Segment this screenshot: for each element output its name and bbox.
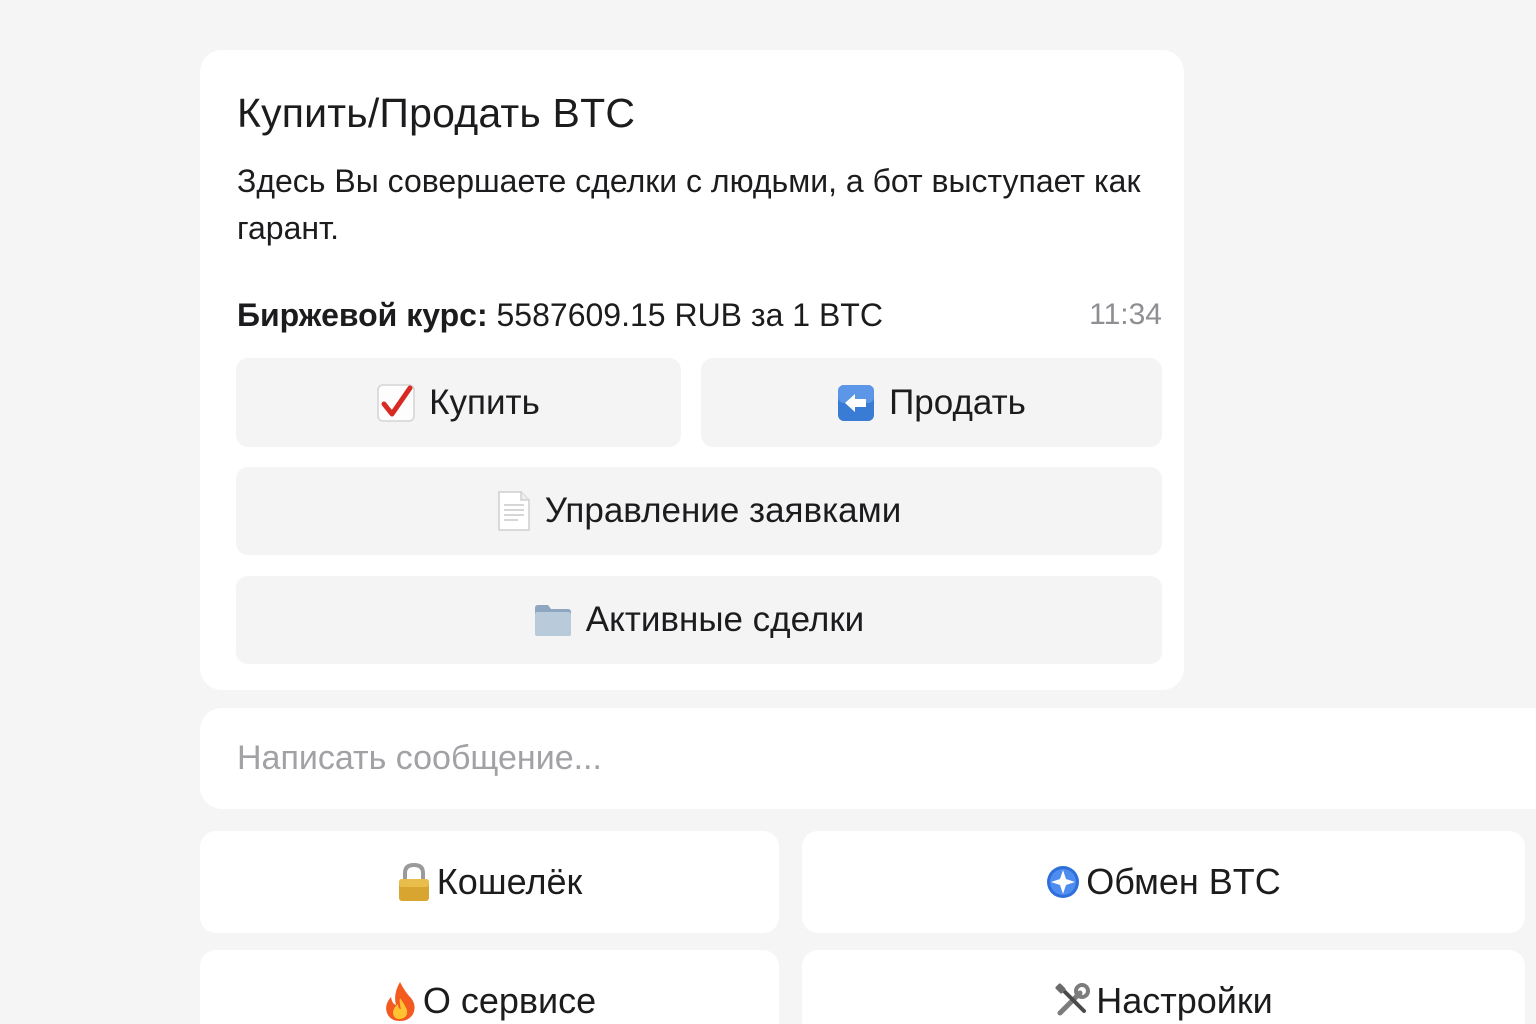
- fire-icon: [383, 980, 417, 1022]
- message-input[interactable]: [237, 739, 1137, 778]
- message-title: Купить/Продать BTC: [237, 90, 636, 136]
- exchange-btc-button[interactable]: Обмен BTC: [802, 831, 1525, 933]
- manage-orders-button[interactable]: Управление заявками: [236, 467, 1162, 555]
- bot-message: Купить/Продать BTC Здесь Вы совершаете с…: [200, 50, 1184, 690]
- tools-icon: [1054, 983, 1091, 1019]
- message-composer: [200, 708, 1536, 809]
- buy-button[interactable]: Купить: [236, 358, 681, 447]
- settings-button[interactable]: Настройки: [802, 950, 1525, 1024]
- sell-button[interactable]: Продать: [701, 358, 1162, 447]
- compass-icon: [1046, 865, 1080, 899]
- sell-label: Продать: [889, 382, 1026, 422]
- message-time: 11:34: [1089, 298, 1162, 331]
- about-service-label: О сервисе: [422, 980, 597, 1021]
- document-icon: [497, 490, 531, 532]
- active-deals-button[interactable]: Активные сделки: [236, 576, 1162, 664]
- lock-icon: [397, 862, 431, 902]
- wallet-button[interactable]: Кошелёк: [200, 831, 779, 933]
- chat-screen: Купить/Продать BTC Здесь Вы совершаете с…: [0, 0, 1536, 1024]
- folder-icon: [534, 603, 572, 637]
- exchange-btc-label: Обмен BTC: [1086, 861, 1281, 902]
- settings-label: Настройки: [1096, 980, 1273, 1021]
- about-service-button[interactable]: О сервисе: [200, 950, 779, 1024]
- manage-orders-label: Управление заявками: [544, 491, 902, 530]
- message-body: Здесь Вы совершаете сделки с людьми, а б…: [237, 163, 1141, 246]
- exchange-rate: Биржевой курс: 5587609.15 RUB за 1 BTC 1…: [237, 293, 1162, 337]
- rate-label: Биржевой курс:: [237, 297, 488, 333]
- wallet-label: Кошелёк: [436, 861, 583, 902]
- rate-value: 5587609.15 RUB за 1 BTC: [496, 297, 883, 333]
- left-arrow-icon: [837, 384, 875, 422]
- active-deals-label: Активные сделки: [585, 600, 865, 639]
- buy-label: Купить: [429, 382, 540, 422]
- red-check-icon: [377, 383, 415, 422]
